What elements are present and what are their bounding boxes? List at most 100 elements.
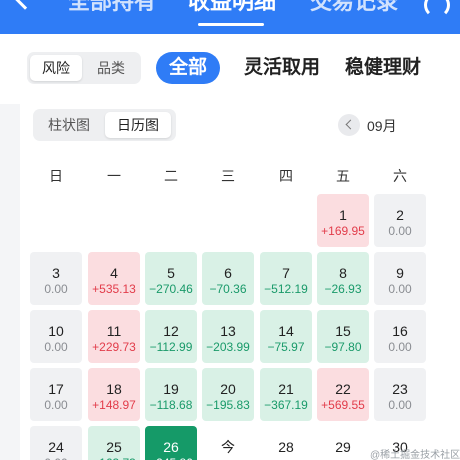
category-flexible[interactable]: 灵活取用 [244,52,320,84]
customer-service-icon[interactable] [424,0,450,18]
day-number: 9 [396,265,404,281]
category-stable[interactable]: 稳健理财 [345,52,421,84]
day-number: 14 [278,323,294,339]
day-number: 19 [163,381,179,397]
day-earnings-value: −118.68 [149,398,193,412]
back-arrow-icon[interactable] [12,0,38,10]
calendar-day-cell[interactable]: 20 −195.83 [202,368,254,421]
day-earnings-value: 0.00 [30,456,82,460]
day-number: 25 [106,439,122,455]
calendar-day-cell[interactable]: 10 0.00 [30,310,82,363]
calendar-day-cell[interactable]: 22 +569.55 [317,368,369,421]
calendar-day-cell[interactable]: 26−245.86 [145,426,197,460]
weekday-label: 六 [393,168,407,184]
day-earnings-value: −70.36 [209,282,247,296]
calendar-day-cell[interactable]: 13 −203.99 [202,310,254,363]
calendar-day-cell[interactable]: 5 −270.46 [145,252,197,305]
day-earnings-value: −270.46 [149,282,193,296]
tab-earnings-detail[interactable]: 收益明细 [188,0,276,16]
calendar-day-cell[interactable]: 6 −70.36 [202,252,254,305]
day-number: 今 [221,439,235,455]
day-number: 22 [335,381,351,397]
tab-transaction-records[interactable]: 交易记录 [310,0,398,16]
day-earnings-value: +148.97 [92,398,136,412]
weekday-label: 四 [279,168,293,184]
day-number: 15 [335,323,351,339]
top-navigation-bar: 全部持有 收益明细 交易记录 [0,0,460,34]
weekday-label: 二 [164,168,178,184]
calendar-day-cell[interactable]: 9 0.00 [374,252,426,305]
day-number: 1 [339,207,347,223]
calendar-day-cell[interactable]: 1 +169.95 [317,194,369,247]
previous-month-icon[interactable] [338,114,360,136]
earnings-calendar: 柱状图 日历图 09月 日一二三四五六 1 +169.95 2 0.00 3 0.00 4 +… [20,104,460,460]
day-number: 16 [392,323,408,339]
day-number: 23 [392,381,408,397]
view-toggle: 柱状图 日历图 [33,109,176,141]
filter-bar: 风险 品类 全部 灵活取用 稳健理财 [0,34,460,104]
calendar-day-cell[interactable]: 18 +148.97 [88,368,140,421]
calendar-day-cell[interactable]: 17 0.00 [30,368,82,421]
day-number: 5 [167,265,175,281]
calendar-day-cell[interactable]: 240.00 [30,426,82,460]
calendar-day-cell[interactable]: 14 −75.97 [260,310,312,363]
day-number: 17 [48,381,64,397]
day-earnings-value: 0.00 [388,224,412,238]
day-earnings-value: −245.86 [145,456,197,460]
toggle-risk[interactable]: 风险 [30,55,82,81]
day-earnings-value: 0.00 [388,282,412,296]
calendar-day-cell[interactable]: 4 +535.13 [88,252,140,305]
day-number: 13 [220,323,236,339]
weekday-label: 三 [221,168,235,184]
day-earnings-value: −367.19 [264,398,308,412]
calendar-day-cell[interactable]: 今 [202,426,254,460]
day-number: 26 [163,439,179,455]
day-earnings-value: +569.55 [321,398,365,412]
toggle-category[interactable]: 品类 [85,55,137,81]
day-earnings-value: +535.13 [92,282,136,296]
day-number: 7 [282,265,290,281]
day-number: 4 [110,265,118,281]
day-number: 2 [396,207,404,223]
day-number: 6 [224,265,232,281]
day-earnings-value: −75.97 [267,340,305,354]
calendar-day-cell[interactable]: 19 −118.68 [145,368,197,421]
calendar-day-cell[interactable]: 16 0.00 [374,310,426,363]
view-calendar[interactable]: 日历图 [105,112,171,138]
day-number: 8 [339,265,347,281]
day-earnings-value: 0.00 [44,282,68,296]
month-label: 09月 [367,118,397,134]
tab-all-holdings[interactable]: 全部持有 [68,0,156,16]
day-earnings-value: +169.95 [321,224,365,238]
day-earnings-value: −112.99 [149,340,193,354]
watermark: @稀土掘金技术社区 [370,450,460,460]
day-earnings-value: −97.80 [324,340,362,354]
day-number: 10 [48,323,64,339]
day-earnings-value: 0.00 [44,398,68,412]
day-number: 24 [48,439,64,455]
calendar-day-cell[interactable]: 12 −112.99 [145,310,197,363]
calendar-day-cell[interactable]: 2 0.00 [374,194,426,247]
day-earnings-value: +229.73 [92,340,136,354]
calendar-day-cell[interactable]: 25−163.73 [88,426,140,460]
day-number: 12 [163,323,179,339]
day-earnings-value: 0.00 [388,398,412,412]
calendar-day-cell[interactable]: 3 0.00 [30,252,82,305]
calendar-day-cell[interactable]: 28 [260,426,312,460]
day-earnings-value: 0.00 [44,340,68,354]
calendar-day-cell[interactable]: 29 [317,426,369,460]
weekday-label: 一 [107,168,121,184]
risk-category-toggle: 风险 品类 [27,52,141,84]
category-all[interactable]: 全部 [156,52,220,84]
day-number: 28 [278,439,294,455]
day-number: 18 [106,381,122,397]
calendar-day-cell[interactable]: 8 −26.93 [317,252,369,305]
view-bar-chart[interactable]: 柱状图 [36,112,102,138]
calendar-day-cell[interactable]: 21 −367.19 [260,368,312,421]
weekday-label: 日 [49,168,63,184]
day-earnings-value: −512.19 [264,282,308,296]
calendar-day-cell[interactable]: 23 0.00 [374,368,426,421]
calendar-day-cell[interactable]: 15 −97.80 [317,310,369,363]
calendar-day-cell[interactable]: 7 −512.19 [260,252,312,305]
calendar-day-cell[interactable]: 11 +229.73 [88,310,140,363]
